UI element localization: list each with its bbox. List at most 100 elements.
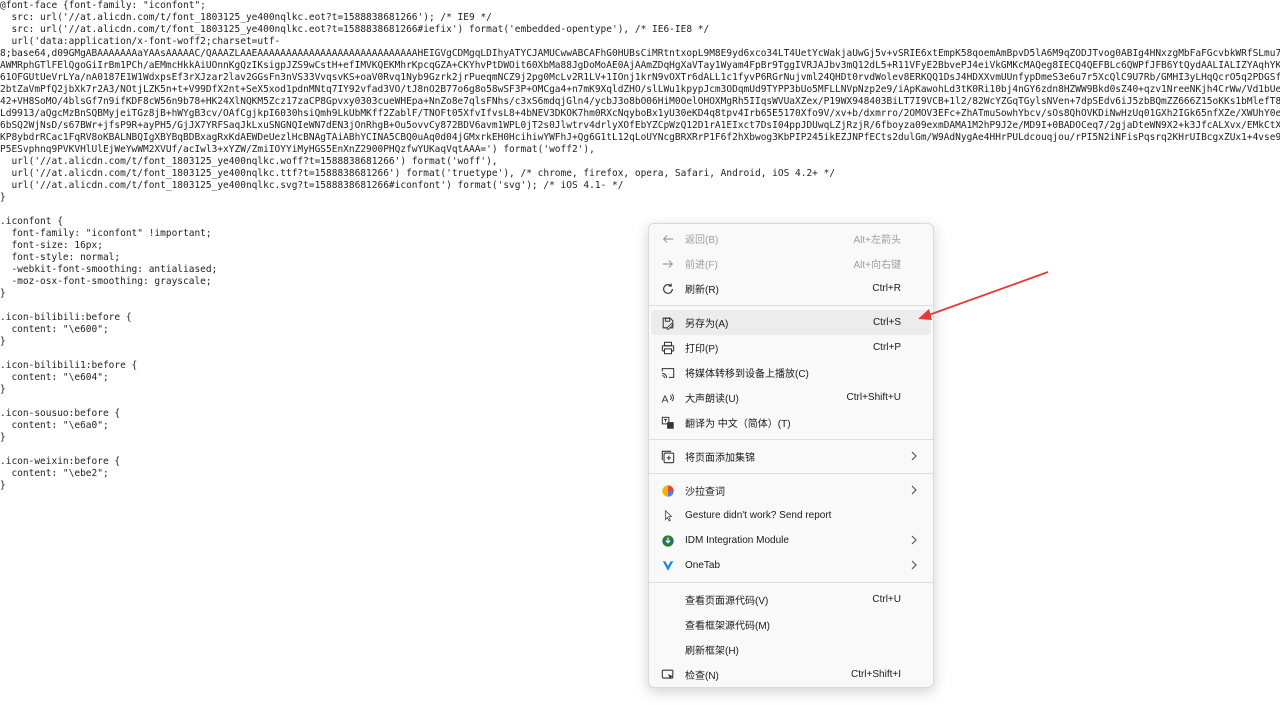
shala-icon [651,484,685,498]
source-code-view: @font-face {font-family: "iconfont"; src… [0,0,1280,705]
code-line: } [0,384,6,395]
code-line: font-size: 16px; [0,240,103,251]
menu-item-save-as[interactable]: 另存为(A) Ctrl+S [651,310,931,335]
menu-item-add-to-collection[interactable]: 将页面添加集锦 [651,444,931,469]
read-aloud-icon: A [651,391,685,405]
code-line: font-style: normal; [0,252,121,263]
code-line: 2btZaVmPfQ2jbXk7r2A3/NOtjLZK5n+t+V99DfX2… [0,84,1280,95]
code-line: } [0,432,6,443]
code-line: } [0,192,6,203]
code-line: src: url('//at.alicdn.com/t/font_1803125… [0,12,492,23]
menu-item-label: 将媒体转移到设备上播放(C) [685,369,809,380]
context-menu: 返回(B) Alt+左箭头 前进(F) Alt+向右键 刷新(R) Ctrl+R… [648,223,934,688]
menu-item-label: OneTab [685,560,721,571]
menu-item-shortcut: Ctrl+Shift+I [850,669,901,680]
menu-item-shortcut: Ctrl+U [872,594,901,605]
code-line: 61OFGUtUeVrLYa/nA0187E1W1WdxpsEf3rXJzar2… [0,72,1280,83]
idm-icon [651,534,685,548]
back-arrow-icon [651,232,685,246]
code-line: url('data:application/x-font-woff2;chars… [0,36,281,47]
code-line: @font-face {font-family: "iconfont"; [0,0,206,11]
menu-item-shortcut: Alt+左箭头 [853,235,901,246]
chevron-right-icon [911,451,917,461]
refresh-icon [651,282,685,296]
code-line: } [0,288,6,299]
forward-arrow-icon [651,257,685,271]
menu-item-label: 沙拉查词 [685,487,725,498]
menu-item-label: 查看框架源代码(M) [685,621,770,632]
code-line: .icon-bilibili1:before { [0,360,138,371]
menu-item-gesture-report[interactable]: Gesture didn't work? Send report [651,503,931,528]
code-line: font-family: "iconfont" !important; [0,228,212,239]
code-line: .icon-sousuo:before { [0,408,121,419]
code-line: AWMRphGTlFElQgoGiIrBm1PCh/aEMmcHkkAiUOnn… [0,60,1280,71]
menu-item-refresh-frame[interactable]: 刷新框架(H) [651,637,931,662]
code-line: Ld9913/aQgcMzBnSQBMyjeiTGz8jB+hWYgB3cv/O… [0,108,1280,119]
menu-item-shala[interactable]: 沙拉查词 [651,478,931,503]
menu-item-idm[interactable]: IDM Integration Module [651,528,931,553]
menu-item-label: Gesture didn't work? Send report [685,510,832,521]
code-line: content: "\e600"; [0,324,109,335]
code-line: } [0,336,6,347]
chevron-right-icon [911,560,917,570]
menu-item-back[interactable]: 返回(B) Alt+左箭头 [651,226,931,251]
menu-item-shortcut: Alt+向右键 [853,260,901,271]
inspect-icon [651,668,685,682]
chevron-right-icon [911,485,917,495]
menu-item-view-source[interactable]: 查看页面源代码(V) Ctrl+U [651,587,931,612]
svg-text:A: A [661,393,668,405]
menu-item-translate[interactable]: 翻译为 中文（简体）(T) [651,410,931,435]
code-line: .icon-weixin:before { [0,456,121,467]
print-icon [651,341,685,355]
menu-item-inspect[interactable]: 检查(N) Ctrl+Shift+I [651,662,931,687]
code-line: content: "\e604"; [0,372,109,383]
code-line: src: url('//at.alicdn.com/t/font_1803125… [0,24,710,35]
collection-icon [651,450,685,464]
gesture-icon [651,509,685,523]
menu-item-shortcut: Ctrl+P [872,342,901,353]
menu-separator [649,473,933,474]
code-line: url('//at.alicdn.com/t/font_1803125_ye40… [0,156,498,167]
menu-item-view-frame-source[interactable]: 查看框架源代码(M) [651,612,931,637]
menu-item-read-aloud[interactable]: A 大声朗读(U) Ctrl+Shift+U [651,385,931,410]
translate-icon [651,416,685,430]
menu-item-onetab[interactable]: OneTab [651,553,931,578]
menu-item-label: 刷新框架(H) [685,646,739,657]
code-line: 8;base64,d09GMgABAAAAAAAaYAAsAAAAAC/QAAA… [0,48,1280,59]
menu-item-print[interactable]: 打印(P) Ctrl+P [651,335,931,360]
menu-item-label: 将页面添加集锦 [685,453,755,464]
code-line: KP8ybdrRCac1FqRV8oKBALNBQIgXBYBqBDBxagRx… [0,132,1280,143]
code-line: content: "\e6a0"; [0,420,109,431]
menu-separator [649,305,933,306]
code-line: url('//at.alicdn.com/t/font_1803125_ye40… [0,180,624,191]
code-line: } [0,480,6,491]
cast-icon [651,366,685,380]
chevron-right-icon [911,535,917,545]
code-line: -moz-osx-font-smoothing: grayscale; [0,276,212,287]
code-line: url('//at.alicdn.com/t/font_1803125_ye40… [0,168,836,179]
menu-separator [649,439,933,440]
code-line: content: "\ebe2"; [0,468,109,479]
code-line: .iconfont { [0,216,63,227]
code-line: .icon-bilibili:before { [0,312,132,323]
menu-separator [649,582,933,583]
menu-item-shortcut: Ctrl+R [872,283,901,294]
menu-item-forward[interactable]: 前进(F) Alt+向右键 [651,251,931,276]
menu-item-cast[interactable]: 将媒体转移到设备上播放(C) [651,360,931,385]
code-line: 6bSQ2WjNsD/s67BWr+jfsP9R+ayPH5/GjJX7YRFS… [0,120,1280,131]
code-line: -webkit-font-smoothing: antialiased; [0,264,218,275]
menu-item-label: IDM Integration Module [685,535,789,546]
menu-item-refresh[interactable]: 刷新(R) Ctrl+R [651,276,931,301]
code-line: P5ESvphnq9PVKVHlUlEjWeYwWM2XVUf/acIwl3+x… [0,144,595,155]
menu-item-shortcut: Ctrl+Shift+U [846,392,901,403]
code-line: 42+VH8SoMO/4blsGf7n9ifKDF8cW56n9b78+HK24… [0,96,1280,107]
save-as-icon [651,316,685,330]
menu-item-shortcut: Ctrl+S [872,317,901,328]
menu-item-label: 翻译为 中文（简体）(T) [685,419,791,430]
onetab-icon [651,559,685,573]
